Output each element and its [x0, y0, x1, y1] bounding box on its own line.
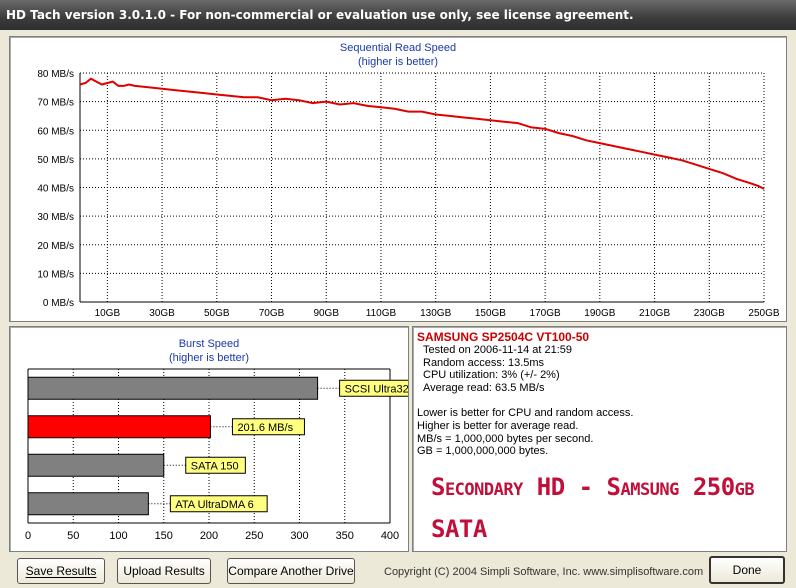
seq-y-tick-label: 0 MB/s — [43, 298, 74, 309]
burst-x-tick-label: 100 — [109, 530, 127, 542]
burst-x-tick-label: 0 — [25, 530, 31, 542]
seq-x-tick-label: 250GB — [748, 308, 779, 319]
burst-bar-label: SCSI Ultra320 — [345, 383, 408, 395]
seq-x-tick-label: 30GB — [149, 308, 175, 319]
burst-x-tick-label: 150 — [155, 530, 173, 542]
seq-x-tick-label: 130GB — [420, 308, 451, 319]
seq-chart-title: Sequential Read Speed — [340, 42, 456, 54]
burst-x-tick-label: 400 — [381, 530, 399, 542]
seq-x-tick-label: 70GB — [259, 308, 285, 319]
sequential-read-chart: Sequential Read Speed (higher is better) 0… — [37, 42, 780, 319]
burst-bar — [27, 453, 165, 477]
burst-bar-label: 201.6 MB/s — [237, 422, 293, 434]
seq-x-tick-label: 170GB — [530, 308, 561, 319]
seq-y-tick-label: 40 MB/s — [37, 184, 74, 195]
window-title: HD Tach version 3.0.1.0 - For non-commer… — [6, 8, 634, 22]
seq-y-tick-label: 30 MB/s — [37, 212, 74, 223]
caption-line1: Secondary HD - Samsung 250gb — [431, 473, 755, 501]
upload-results-label: Upload Results — [123, 564, 205, 578]
seq-x-tick-label: 190GB — [584, 308, 615, 319]
seq-y-tick-label: 10 MB/s — [37, 269, 74, 280]
burst-bar — [27, 492, 149, 516]
compare-drive-label: Compare Another Drive — [228, 564, 354, 578]
burst-speed-panel: Burst Speed (higher is better) 0 50 100 150 20… — [9, 326, 409, 552]
burst-bar — [27, 376, 319, 400]
drive-name: SAMSUNG SP2504C VT100-50 — [417, 330, 590, 344]
average-read: Average read: 63.5 MB/s — [423, 382, 545, 395]
copyright-text: Copyright (C) 2004 Simpli Software, Inc.… — [384, 566, 704, 578]
burst-x-tick-label: 300 — [290, 530, 308, 542]
burst-chart-title: Burst Speed — [179, 338, 240, 350]
note-mbs-definition: MB/s = 1,000,000 bytes per second. — [417, 432, 594, 445]
burst-bar — [27, 415, 211, 439]
burst-x-tick-label: 50 — [67, 530, 79, 542]
done-button[interactable]: Done — [709, 556, 785, 584]
burst-bar-label: SATA 150 — [191, 460, 239, 472]
tested-on: Tested on 2006-11-14 at 21:59 — [423, 343, 573, 356]
burst-chart-subtitle: (higher is better) — [169, 352, 249, 364]
seq-x-tick-label: 150GB — [475, 308, 506, 319]
seq-y-tick-label: 20 MB/s — [37, 241, 74, 252]
seq-y-tick-label: 70 MB/s — [37, 98, 74, 109]
seq-x-tick-label: 110GB — [366, 308, 397, 319]
burst-x-tick-label: 250 — [245, 530, 263, 542]
caption-line2: SATA — [431, 515, 487, 543]
burst-x-tick-label: 200 — [200, 530, 218, 542]
seq-read-series-line — [79, 77, 765, 190]
burst-bar-label: ATA UltraDMA 6 — [175, 499, 253, 511]
seq-y-tick-label: 50 MB/s — [37, 155, 74, 166]
drive-info-panel: SAMSUNG SP2504C VT100-50 Tested on 2006-… — [412, 326, 787, 552]
note-lower-better: Lower is better for CPU and random acces… — [417, 406, 634, 419]
seq-x-tick-label: 230GB — [694, 308, 725, 319]
sequential-read-panel: Sequential Read Speed (higher is better) 0… — [9, 36, 787, 322]
seq-y-tick-label: 80 MB/s — [37, 69, 74, 80]
save-results-label: Save Results — [25, 564, 97, 578]
cpu-utilization: CPU utilization: 3% (+/- 2%) — [423, 369, 560, 382]
seq-x-tick-label: 90GB — [313, 308, 339, 319]
window-titlebar[interactable]: HD Tach version 3.0.1.0 - For non-commer… — [0, 0, 796, 30]
seq-x-tick-label: 50GB — [204, 308, 230, 319]
seq-x-tick-label: 10GB — [95, 308, 121, 319]
random-access: Random access: 13.5ms — [423, 356, 545, 369]
burst-x-tick-label: 350 — [336, 530, 354, 542]
compare-drive-button[interactable]: Compare Another Drive — [227, 558, 355, 584]
burst-speed-chart: Burst Speed (higher is better) 0 50 100 150 20… — [25, 338, 408, 542]
save-results-button[interactable]: Save Results — [17, 558, 105, 584]
seq-x-tick-label: 210GB — [639, 308, 670, 319]
note-higher-better: Higher is better for average read. — [417, 419, 579, 432]
upload-results-button[interactable]: Upload Results — [117, 558, 211, 584]
note-gb-definition: GB = 1,000,000,000 bytes. — [417, 445, 549, 458]
seq-chart-subtitle: (higher is better) — [358, 56, 438, 68]
done-label: Done — [732, 563, 762, 577]
seq-y-tick-label: 60 MB/s — [37, 126, 74, 137]
